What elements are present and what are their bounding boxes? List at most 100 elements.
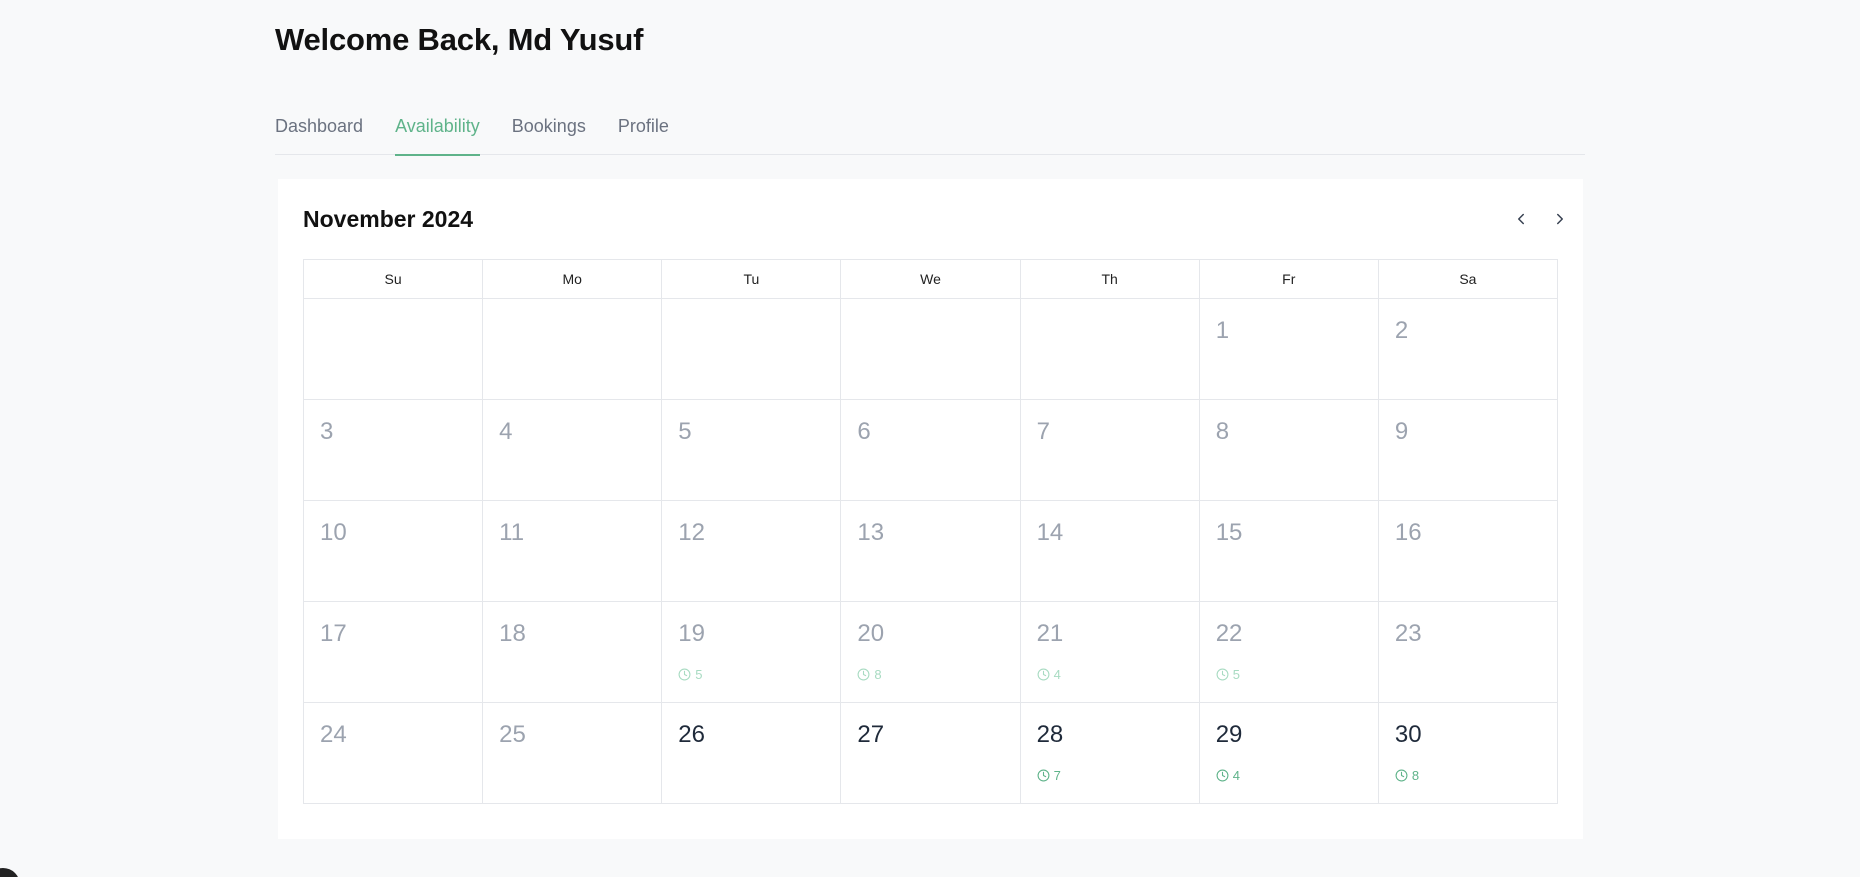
- day-number: 29: [1215, 721, 1243, 748]
- slot-count: 8: [1411, 768, 1420, 783]
- calendar-empty-cell: [483, 299, 663, 400]
- calendar-day-cell[interactable]: 1: [1199, 299, 1379, 400]
- tab-bar: Dashboard Availability Bookings Profile: [275, 104, 1585, 156]
- day-number: 28: [1036, 721, 1064, 748]
- calendar-day-cell[interactable]: 24: [304, 703, 484, 804]
- calendar-day-cell[interactable]: 3: [304, 400, 484, 501]
- day-number: 8: [1215, 418, 1230, 445]
- calendar-day-cell[interactable]: 4: [483, 400, 663, 501]
- calendar-day-cell[interactable]: 23: [1378, 602, 1558, 703]
- calendar-day-cell[interactable]: 14: [1020, 501, 1200, 602]
- page-title: Welcome Back, Md Yusuf: [275, 22, 644, 57]
- calendar-day-cell[interactable]: 26: [662, 703, 842, 804]
- clock-icon: [678, 668, 691, 681]
- slot-count-badge: 5: [1216, 667, 1240, 682]
- day-number: 30: [1394, 721, 1422, 748]
- day-number: 10: [320, 519, 347, 546]
- slot-count: 7: [1053, 768, 1061, 783]
- day-number: 11: [499, 519, 525, 546]
- day-number: 12: [678, 519, 705, 546]
- day-number: 5: [678, 418, 692, 445]
- clock-icon: [1037, 769, 1050, 782]
- calendar-day-cell[interactable]: 22 5: [1199, 602, 1379, 703]
- day-number: 3: [320, 418, 334, 445]
- day-number: 20: [857, 620, 885, 647]
- calendar-day-cell[interactable]: 13: [841, 501, 1021, 602]
- calendar-day-cell[interactable]: 17: [304, 602, 484, 703]
- slot-count-badge: 8: [1395, 768, 1419, 783]
- calendar-empty-cell: [1020, 299, 1200, 400]
- day-number: 26: [678, 721, 705, 748]
- slot-count-badge: 4: [1037, 667, 1061, 682]
- tab-availability[interactable]: Availability: [395, 104, 480, 156]
- day-number: 1: [1215, 317, 1230, 344]
- calendar-day-cell[interactable]: 2: [1378, 299, 1558, 400]
- day-number: 23: [1394, 620, 1422, 647]
- calendar-day-cell[interactable]: 11: [483, 501, 663, 602]
- calendar-day-cell[interactable]: 29 4: [1199, 703, 1379, 804]
- day-number: 7: [1036, 418, 1050, 445]
- weekday-label: Tu: [662, 260, 842, 299]
- calendar-day-cell[interactable]: 12: [662, 501, 842, 602]
- day-number: 6: [857, 418, 871, 445]
- calendar-day-cell[interactable]: 20 8: [841, 602, 1021, 703]
- calendar-day-cell[interactable]: 27: [841, 703, 1021, 804]
- tab-dashboard[interactable]: Dashboard: [275, 104, 363, 155]
- slot-count: 5: [1232, 667, 1240, 682]
- calendar-day-cell[interactable]: 30 8: [1378, 703, 1558, 804]
- chat-widget-button[interactable]: [0, 868, 20, 877]
- day-number: 14: [1036, 519, 1064, 546]
- day-number: 24: [320, 721, 347, 748]
- slot-count: 5: [695, 667, 703, 682]
- day-number: 4: [499, 418, 513, 445]
- clock-icon: [1037, 668, 1050, 681]
- calendar-grid: Su Mo Tu We Th Fr Sa 1 2 3 4 5 6 7 8 9 10 11 12 13 14…: [303, 259, 1558, 804]
- slot-count: 4: [1232, 768, 1240, 783]
- calendar-day-cell[interactable]: 6: [841, 400, 1021, 501]
- weekday-header-row: Su Mo Tu We Th Fr Sa: [304, 260, 1558, 299]
- day-number: 15: [1215, 519, 1243, 546]
- weekday-label: Fr: [1199, 260, 1379, 299]
- clock-icon: [1395, 769, 1408, 782]
- calendar-week-row: 17 18 19 5 20 8 21 4 22 5 23: [304, 602, 1558, 703]
- previous-month-button[interactable]: [1507, 205, 1535, 233]
- calendar-day-cell[interactable]: 15: [1199, 501, 1379, 602]
- weekday-label: We: [841, 260, 1021, 299]
- calendar-empty-cell: [662, 299, 842, 400]
- calendar-week-row: 10 11 12 13 14 15 16: [304, 501, 1558, 602]
- clock-icon: [1216, 769, 1229, 782]
- calendar-day-cell[interactable]: 19 5: [662, 602, 842, 703]
- calendar-day-cell[interactable]: 25: [483, 703, 663, 804]
- calendar-day-cell[interactable]: 28 7: [1020, 703, 1200, 804]
- slot-count-badge: 7: [1037, 768, 1061, 783]
- calendar-day-cell[interactable]: 5: [662, 400, 842, 501]
- next-month-button[interactable]: [1546, 205, 1574, 233]
- calendar-empty-cell: [304, 299, 484, 400]
- day-number: 19: [678, 620, 705, 647]
- tab-bookings[interactable]: Bookings: [512, 104, 586, 155]
- calendar-day-cell[interactable]: 21 4: [1020, 602, 1200, 703]
- calendar-day-cell[interactable]: 9: [1378, 400, 1558, 501]
- slot-count-badge: 5: [678, 667, 703, 682]
- chevron-right-icon: [1557, 213, 1563, 225]
- day-number: 18: [499, 620, 526, 647]
- weekday-label: Th: [1020, 260, 1200, 299]
- weekday-label: Su: [304, 260, 484, 299]
- calendar-week-row: 3 4 5 6 7 8 9: [304, 400, 1558, 501]
- calendar-day-cell[interactable]: 10: [304, 501, 484, 602]
- day-number: 22: [1215, 620, 1243, 647]
- calendar-day-cell[interactable]: 8: [1199, 400, 1379, 501]
- month-title: November 2024: [303, 206, 474, 232]
- tab-profile[interactable]: Profile: [618, 104, 669, 155]
- day-number: 2: [1394, 317, 1409, 344]
- calendar-day-cell[interactable]: 7: [1020, 400, 1200, 501]
- slot-count: 4: [1053, 667, 1061, 682]
- calendar-day-cell[interactable]: 18: [483, 602, 663, 703]
- day-number: 17: [320, 620, 347, 647]
- day-number: 13: [857, 519, 885, 546]
- calendar-day-cell[interactable]: 16: [1378, 501, 1558, 602]
- day-number: 16: [1394, 519, 1422, 546]
- calendar-week-row: 12: [304, 299, 1558, 400]
- weekday-label: Mo: [483, 260, 663, 299]
- slot-count-badge: 8: [857, 667, 882, 682]
